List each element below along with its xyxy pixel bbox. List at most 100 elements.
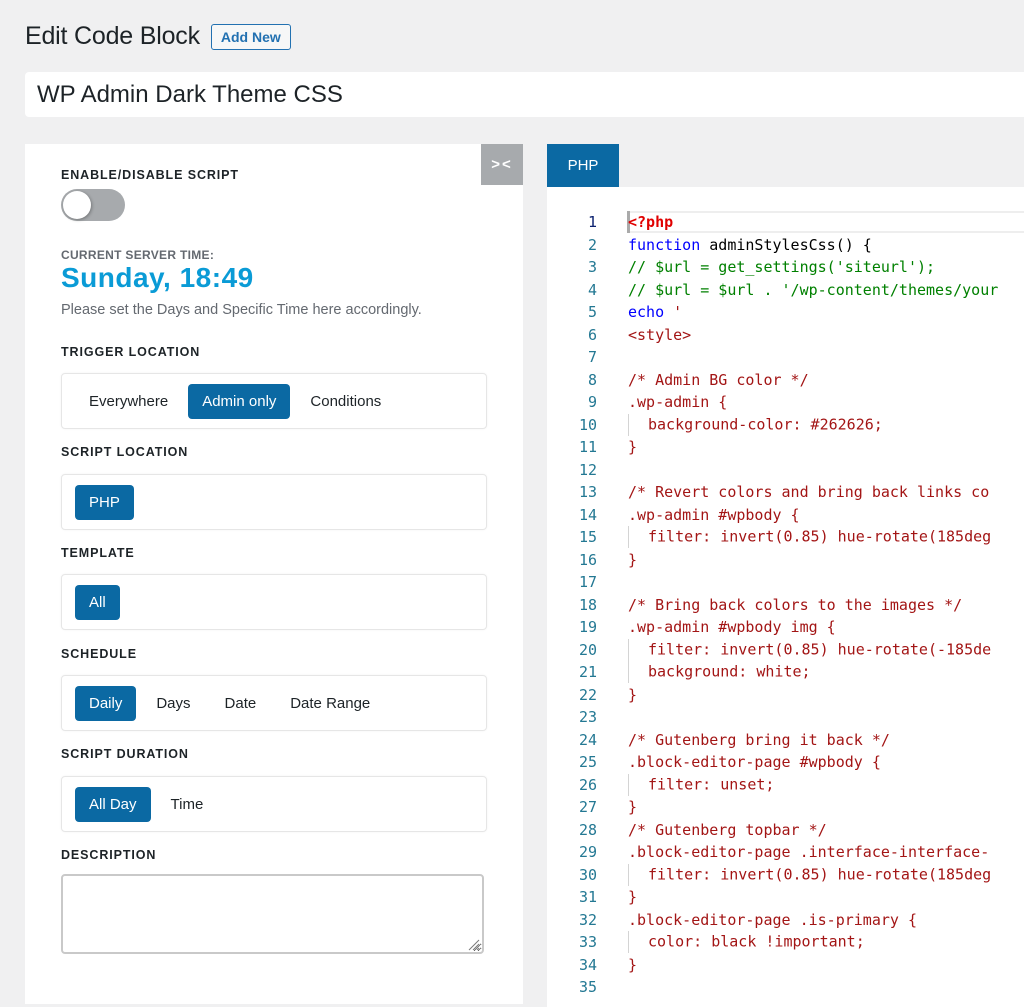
option-php[interactable]: PHP [75,484,134,520]
indent-guide [628,413,648,436]
code-line: 28 /* Gutenberg topbar */ [547,819,1024,842]
option-everywhere[interactable]: Everywhere [75,384,182,419]
code-token: <style> [628,325,692,344]
schedule-label: SCHEDULE [61,647,137,661]
line-number: 22 [578,685,597,704]
code-text: } [628,956,637,974]
tab-php[interactable]: PHP [547,144,619,187]
trigger-location-label: TRIGGER LOCATION [61,345,201,359]
code-editor[interactable]: 1 <?php 2 function adminStylesCss() {3 // $u… [547,187,1024,1007]
code-text: /* Gutenberg topbar */ [628,821,827,839]
description-textarea[interactable] [61,874,484,954]
code-line: 23 [547,706,1024,729]
code-text: } [628,798,637,816]
code-token: .wp-admin #wpbody img { [628,618,836,637]
code-line: 35 [547,976,1024,999]
trigger-location-options: Everywhere Admin only Conditions [61,373,487,429]
code-text: background: white; [628,661,811,684]
code-text: <?php [628,213,673,231]
code-text: /* Revert colors and bring back links co [628,483,989,501]
code-text: // $url = get_settings('siteurl'); [628,258,935,276]
add-new-button[interactable]: Add New [210,23,291,50]
script-location-label: SCRIPT LOCATION [61,445,189,459]
code-line: 12 [547,459,1024,482]
code-token: filter: invert(0.85) hue-rotate(-185de [648,640,992,659]
code-token: } [628,438,638,457]
code-line: 15 filter: invert(0.85) hue-rotate(185deg [547,526,1024,549]
indent-guide [628,931,648,954]
option-daily[interactable]: Daily [75,685,137,721]
line-number: 24 [578,730,597,749]
code-line: 30 filter: invert(0.85) hue-rotate(185deg [547,863,1024,887]
code-line: 26 filter: unset; [547,773,1024,797]
code-text: .wp-admin { [628,393,727,411]
server-time-label: CURRENT SERVER TIME: [61,248,215,262]
code-text: } [628,888,637,906]
code-line: 9 .wp-admin { [547,391,1024,414]
code-token: echo [628,303,665,322]
line-number: 19 [578,618,597,637]
code-line: 31} [547,886,1024,909]
line-number: 9 [587,393,597,412]
line-number: 12 [578,460,597,479]
code-token: .wp-admin { [628,393,728,412]
collapse-panel-button[interactable]: >< [481,144,523,185]
code-token: } [628,888,638,907]
description-label: DESCRIPTION [61,848,157,862]
enable-script-label: ENABLE/DISABLE SCRIPT [61,168,239,182]
code-line: 10 background-color: #262626; [547,413,1024,437]
server-time-hint: Please set the Days and Specific Time he… [61,302,422,318]
code-token: .block-editor-page .is-primary { [628,910,917,929]
option-conditions[interactable]: Conditions [296,384,395,419]
code-text: /* Gutenberg bring it back */ [628,731,890,749]
option-all-day[interactable]: All Day [75,786,151,822]
option-days[interactable]: Days [142,686,204,721]
line-number: 6 [587,325,597,344]
code-line: 7 [547,346,1024,369]
code-text: .block-editor-page #wpbody { [628,753,881,771]
code-token: } [628,955,638,974]
code-token: filter: invert(0.85) hue-rotate(185deg [648,527,992,546]
indent-guide [628,661,648,684]
option-time[interactable]: Time [157,787,218,822]
settings-panel: >< ENABLE/DISABLE SCRIPT CURRENT SERVER … [25,144,523,1004]
code-token: adminStylesCss() { [700,235,872,254]
option-date-range[interactable]: Date Range [276,686,384,721]
enable-script-toggle[interactable] [61,189,125,221]
code-token: .block-editor-page #wpbody { [628,753,881,772]
line-number: 29 [578,843,597,862]
code-text: .block-editor-page .is-primary { [628,911,917,929]
code-text: filter: unset; [628,773,774,796]
code-token: } [628,550,638,569]
option-date[interactable]: Date [211,686,271,721]
code-text: background-color: #262626; [628,413,883,436]
line-number: 23 [578,708,597,727]
line-number: 13 [578,483,597,502]
template-options: All [61,574,487,630]
option-admin-only[interactable]: Admin only [188,383,291,419]
line-number: 30 [578,865,597,884]
line-number: 18 [578,595,597,614]
code-text: .wp-admin #wpbody img { [628,618,836,636]
code-line: 8 /* Admin BG color */ [547,369,1024,392]
code-text: filter: invert(0.85) hue-rotate(185deg [628,863,991,886]
code-text: } [628,551,637,569]
line-number: 33 [578,933,597,952]
code-token: /* Gutenberg topbar */ [628,820,827,839]
line-number: 8 [587,370,597,389]
code-line: 17 [547,571,1024,594]
line-number: 2 [587,235,597,254]
line-number: 15 [578,528,597,547]
code-token: /* Bring back colors to the images */ [628,595,963,614]
code-text: <style> [628,326,691,344]
post-title-input[interactable] [25,72,1024,117]
toggle-knob [63,191,91,219]
code-line: 32 .block-editor-page .is-primary { [547,909,1024,932]
code-text: echo ' [628,303,682,321]
code-line: 13 /* Revert colors and bring back links … [547,481,1024,504]
code-line: 1 <?php [547,211,1024,234]
code-line: 16} [547,549,1024,572]
option-all[interactable]: All [75,584,120,620]
line-number: 26 [578,775,597,794]
line-number: 1 [587,213,597,232]
